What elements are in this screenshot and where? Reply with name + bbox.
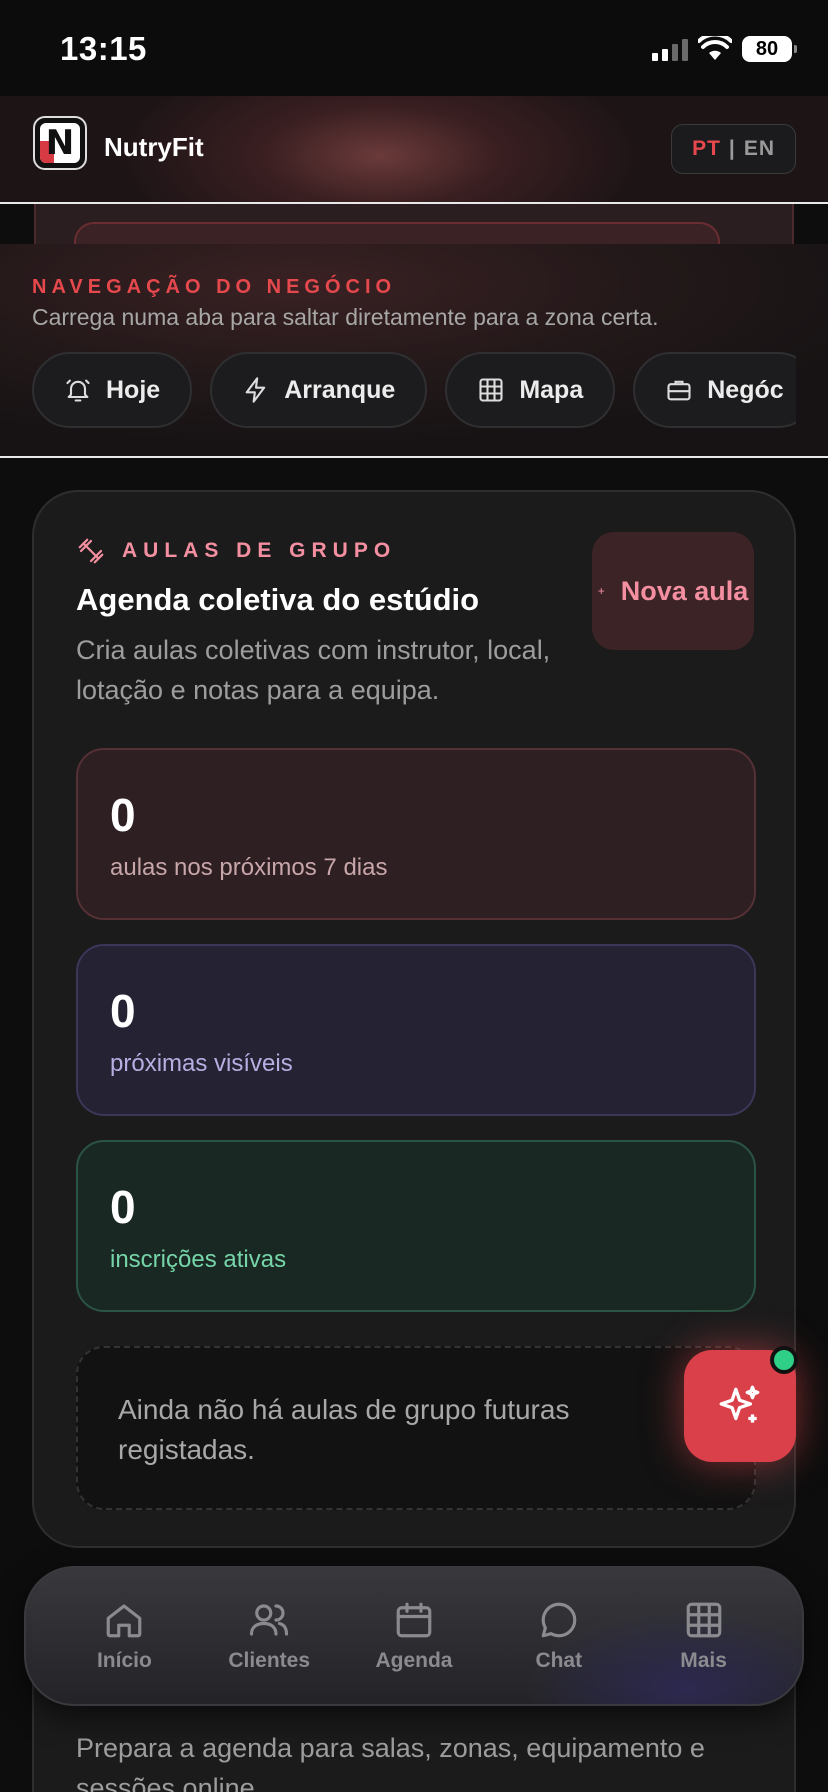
tab-label: Início [96,1649,152,1672]
stat-card-active-enrollments: 0 inscrições ativas [76,1140,756,1312]
group-classes-overline: AULAS DE GRUPO [76,536,396,566]
tab-label: Chat [535,1649,583,1672]
home-icon [107,1604,142,1638]
bell-icon [66,379,90,402]
grid-icon [479,378,503,402]
nav-chip-label: Arranque [284,375,396,404]
logo-mark: N [40,123,80,163]
lang-separator: | [728,137,736,160]
sparkles-icon [719,1385,760,1423]
tab-agenda[interactable]: Agenda [349,1599,479,1673]
bolt-icon [245,377,266,403]
calendar-icon [396,1602,432,1638]
app-name: NutryFit [104,132,204,162]
lang-option-en[interactable]: EN [744,137,775,161]
bottom-tab-bar: Início Clientes Agenda Chat Mais [24,1566,804,1706]
online-status-dot [770,1346,798,1374]
nav-chip-label: Negóc [707,375,784,404]
stat-label: inscrições ativas [110,1246,287,1273]
group-classes-description: Cria aulas coletivas com instrutor, loca… [76,635,551,705]
new-class-button[interactable]: + Nova aula [592,532,754,650]
group-classes-card: AULAS DE GRUPO Agenda coletiva do estúdi… [32,490,796,1548]
signal-icon [652,37,688,61]
business-nav-chips[interactable]: Hoje Arranque Mapa Negóc [32,352,796,430]
next-section-description: Prepara a agenda para salas, zonas, equi… [76,1733,705,1792]
status-time: 13:15 [60,30,147,67]
users-icon [250,1604,289,1636]
language-toggle[interactable]: PT | EN [671,124,796,174]
battery-icon: 80 [742,36,797,62]
new-class-label: Nova aula [620,576,749,606]
briefcase-icon [667,380,691,401]
nav-chip-mapa[interactable]: Mapa [445,352,616,428]
nav-chip-label: Mapa [519,375,584,404]
tab-label: Mais [680,1649,727,1672]
business-nav-overline: NAVEGAÇÃO DO NEGÓCIO [32,276,397,298]
stat-value: 0 [110,1181,136,1233]
app-header: N NutryFit PT | EN [0,96,828,204]
tab-clientes[interactable]: Clientes [204,1599,334,1673]
tab-chat[interactable]: Chat [494,1599,624,1673]
lang-option-pt[interactable]: PT [692,137,721,161]
business-nav-hint: Carrega numa aba para saltar diretamente… [32,304,659,330]
grid-icon [686,1602,721,1638]
plus-icon: + [597,584,605,598]
stat-value: 0 [110,789,136,841]
stat-value: 0 [110,985,136,1037]
nav-chip-hoje[interactable]: Hoje [32,352,193,428]
status-bar: 13:15 80 [0,0,828,96]
status-indicators: 80 [652,34,797,64]
tab-label: Agenda [375,1649,453,1672]
tab-inicio[interactable]: Início [59,1599,189,1673]
group-classes-title: Agenda coletiva do estúdio [76,582,480,617]
chat-icon [541,1602,577,1638]
stat-card-classes-next-7-days: 0 aulas nos próximos 7 dias [76,748,756,920]
empty-state-message: Ainda não há aulas de grupo futuras regi… [118,1394,570,1465]
app-logo[interactable]: N [33,116,87,170]
nav-chip-negocio[interactable]: Negóc [633,352,796,428]
nav-chip-arranque[interactable]: Arranque [210,352,428,428]
nav-chip-label: Hoje [106,375,161,404]
tab-mais[interactable]: Mais [639,1599,769,1673]
wifi-icon [698,36,732,60]
tab-label: Clientes [228,1649,311,1672]
business-navigation: NAVEGAÇÃO DO NEGÓCIO Carrega numa aba pa… [0,244,828,458]
stat-card-upcoming-visible: 0 próximas visíveis [76,944,756,1116]
stat-label: próximas visíveis [110,1050,293,1077]
dumbbell-icon [78,538,104,564]
stat-label: aulas nos próximos 7 dias [110,854,388,881]
empty-state: Ainda não há aulas de grupo futuras regi… [76,1346,756,1510]
